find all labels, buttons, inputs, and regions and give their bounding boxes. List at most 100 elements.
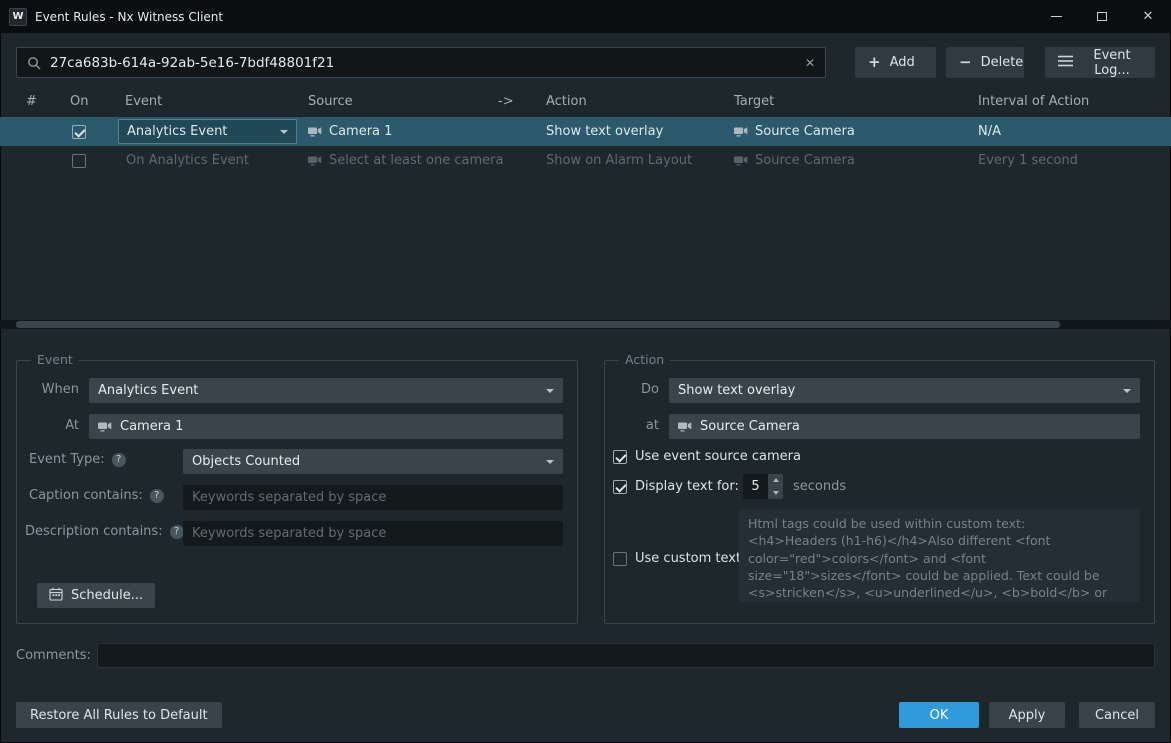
list-icon (1058, 55, 1073, 71)
event-camera-value: Camera 1 (120, 419, 183, 434)
event-log-button[interactable]: Event Log... (1045, 47, 1155, 78)
action-group-label: Action (619, 352, 670, 367)
row-event-value: On Analytics Event (126, 153, 249, 168)
column-header-event[interactable]: Event (125, 94, 162, 109)
at-label: At (17, 418, 79, 433)
use-custom-text-checkbox[interactable] (613, 552, 627, 566)
seconds-label: seconds (793, 479, 846, 494)
display-text-for-checkbox[interactable] (613, 480, 627, 494)
row-event-dropdown[interactable]: Analytics Event (118, 119, 297, 144)
row-interval-value: Every 1 second (978, 153, 1078, 168)
add-button[interactable]: + Add (855, 47, 936, 78)
caption-contains-label: Caption contains: (29, 488, 143, 503)
app-icon: W (9, 8, 27, 26)
delete-button-label: Delete (981, 55, 1024, 70)
camera-icon (734, 126, 748, 137)
delete-button[interactable]: − Delete (946, 47, 1024, 78)
action-camera-field[interactable]: Source Camera (669, 414, 1140, 439)
event-when-value: Analytics Event (98, 383, 198, 398)
action-do-value: Show text overlay (678, 383, 795, 398)
caption-label-row: Caption contains: ? (29, 488, 164, 503)
display-duration-spinner (743, 474, 783, 499)
row-interval-value: N/A (978, 124, 1001, 139)
row-target-value: Source Camera (755, 153, 855, 168)
event-camera-field[interactable]: Camera 1 (89, 414, 563, 439)
display-duration-input[interactable] (743, 474, 768, 499)
minimize-button[interactable] (1033, 0, 1079, 33)
when-label: When (17, 382, 79, 397)
camera-icon (734, 155, 748, 166)
use-event-source-camera-checkbox-row[interactable]: Use event source camera (613, 449, 801, 464)
use-event-source-camera-checkbox[interactable] (613, 450, 627, 464)
description-contains-label: Description contains: (25, 524, 163, 539)
search-icon (27, 56, 41, 70)
rule-enabled-checkbox[interactable] (72, 125, 86, 139)
comments-input[interactable] (97, 643, 1155, 668)
chevron-down-icon (546, 389, 554, 393)
help-icon[interactable]: ? (170, 525, 184, 539)
event-type-label: Event Type: (29, 452, 105, 467)
event-when-dropdown[interactable]: Analytics Event (89, 378, 563, 403)
column-header-interval[interactable]: Interval of Action (978, 94, 1089, 109)
chevron-down-icon (546, 460, 554, 464)
rule-enabled-checkbox[interactable] (72, 154, 86, 168)
clear-search-icon[interactable]: ✕ (805, 56, 815, 70)
column-header-arrow[interactable]: -> (498, 94, 514, 109)
event-type-label-row: Event Type: ? (29, 452, 126, 467)
close-icon: ✕ (1143, 10, 1154, 23)
ok-button[interactable]: OK (899, 702, 979, 728)
column-header-target[interactable]: Target (734, 94, 774, 109)
close-button[interactable]: ✕ (1125, 0, 1171, 33)
search-field: ✕ (16, 47, 826, 78)
calendar-icon (49, 587, 63, 605)
help-icon[interactable]: ? (112, 453, 126, 467)
row-source-value: Camera 1 (329, 124, 392, 139)
table-row[interactable]: Analytics Event Camera 1 Show text overl… (0, 117, 1171, 146)
column-header-on[interactable]: On (70, 94, 88, 109)
use-custom-text-checkbox-row[interactable]: Use custom text: (613, 551, 745, 566)
event-groupbox: Event When Analytics Event At Camera 1 E… (16, 360, 578, 624)
display-text-for-checkbox-row[interactable]: Display text for: (613, 479, 739, 494)
column-header-number[interactable]: # (26, 94, 37, 109)
schedule-button[interactable]: Schedule... (37, 583, 155, 608)
action-camera-value: Source Camera (700, 419, 800, 434)
do-label: Do (605, 382, 659, 397)
column-header-source[interactable]: Source (308, 94, 353, 109)
caption-contains-input[interactable] (183, 485, 563, 510)
action-do-dropdown[interactable]: Show text overlay (669, 378, 1140, 403)
row-event-value: Analytics Event (127, 124, 227, 139)
search-input[interactable] (50, 55, 796, 71)
event-group-label: Event (31, 352, 79, 367)
spinner-down-button[interactable] (768, 487, 783, 500)
chevron-down-icon (773, 491, 779, 495)
row-target-value: Source Camera (755, 124, 855, 139)
minimize-icon (1051, 16, 1062, 17)
row-source-value: Select at least one camera (329, 153, 503, 168)
scrollbar-handle[interactable] (16, 321, 1060, 328)
chevron-up-icon (773, 478, 779, 482)
chevron-down-icon (280, 130, 288, 134)
event-type-value: Objects Counted (192, 454, 300, 469)
description-contains-input[interactable] (183, 521, 563, 546)
horizontal-scrollbar[interactable] (0, 320, 1171, 329)
action-at-label: at (605, 418, 659, 433)
help-icon[interactable]: ? (150, 489, 164, 503)
window-titlebar: W Event Rules - Nx Witness Client ✕ (0, 0, 1171, 33)
maximize-button[interactable] (1079, 0, 1125, 33)
column-header-action[interactable]: Action (546, 94, 587, 109)
table-header: # On Event Source -> Action Target Inter… (0, 88, 1171, 115)
cancel-button[interactable]: Cancel (1079, 702, 1155, 728)
action-groupbox: Action Do Show text overlay at Source Ca… (604, 360, 1155, 624)
window-title: Event Rules - Nx Witness Client (35, 10, 223, 24)
comments-label: Comments: (16, 648, 91, 663)
minus-icon: − (959, 55, 972, 70)
apply-button[interactable]: Apply (989, 702, 1065, 728)
spinner-up-button[interactable] (768, 474, 783, 487)
restore-defaults-button[interactable]: Restore All Rules to Default (16, 702, 222, 728)
table-row[interactable]: On Analytics Event Select at least one c… (0, 146, 1171, 175)
custom-text-area[interactable]: Html tags could be used within custom te… (739, 509, 1140, 602)
schedule-button-label: Schedule... (71, 588, 143, 603)
use-custom-text-label: Use custom text: (635, 551, 745, 566)
event-type-dropdown[interactable]: Objects Counted (183, 449, 563, 474)
maximize-icon (1097, 12, 1107, 21)
